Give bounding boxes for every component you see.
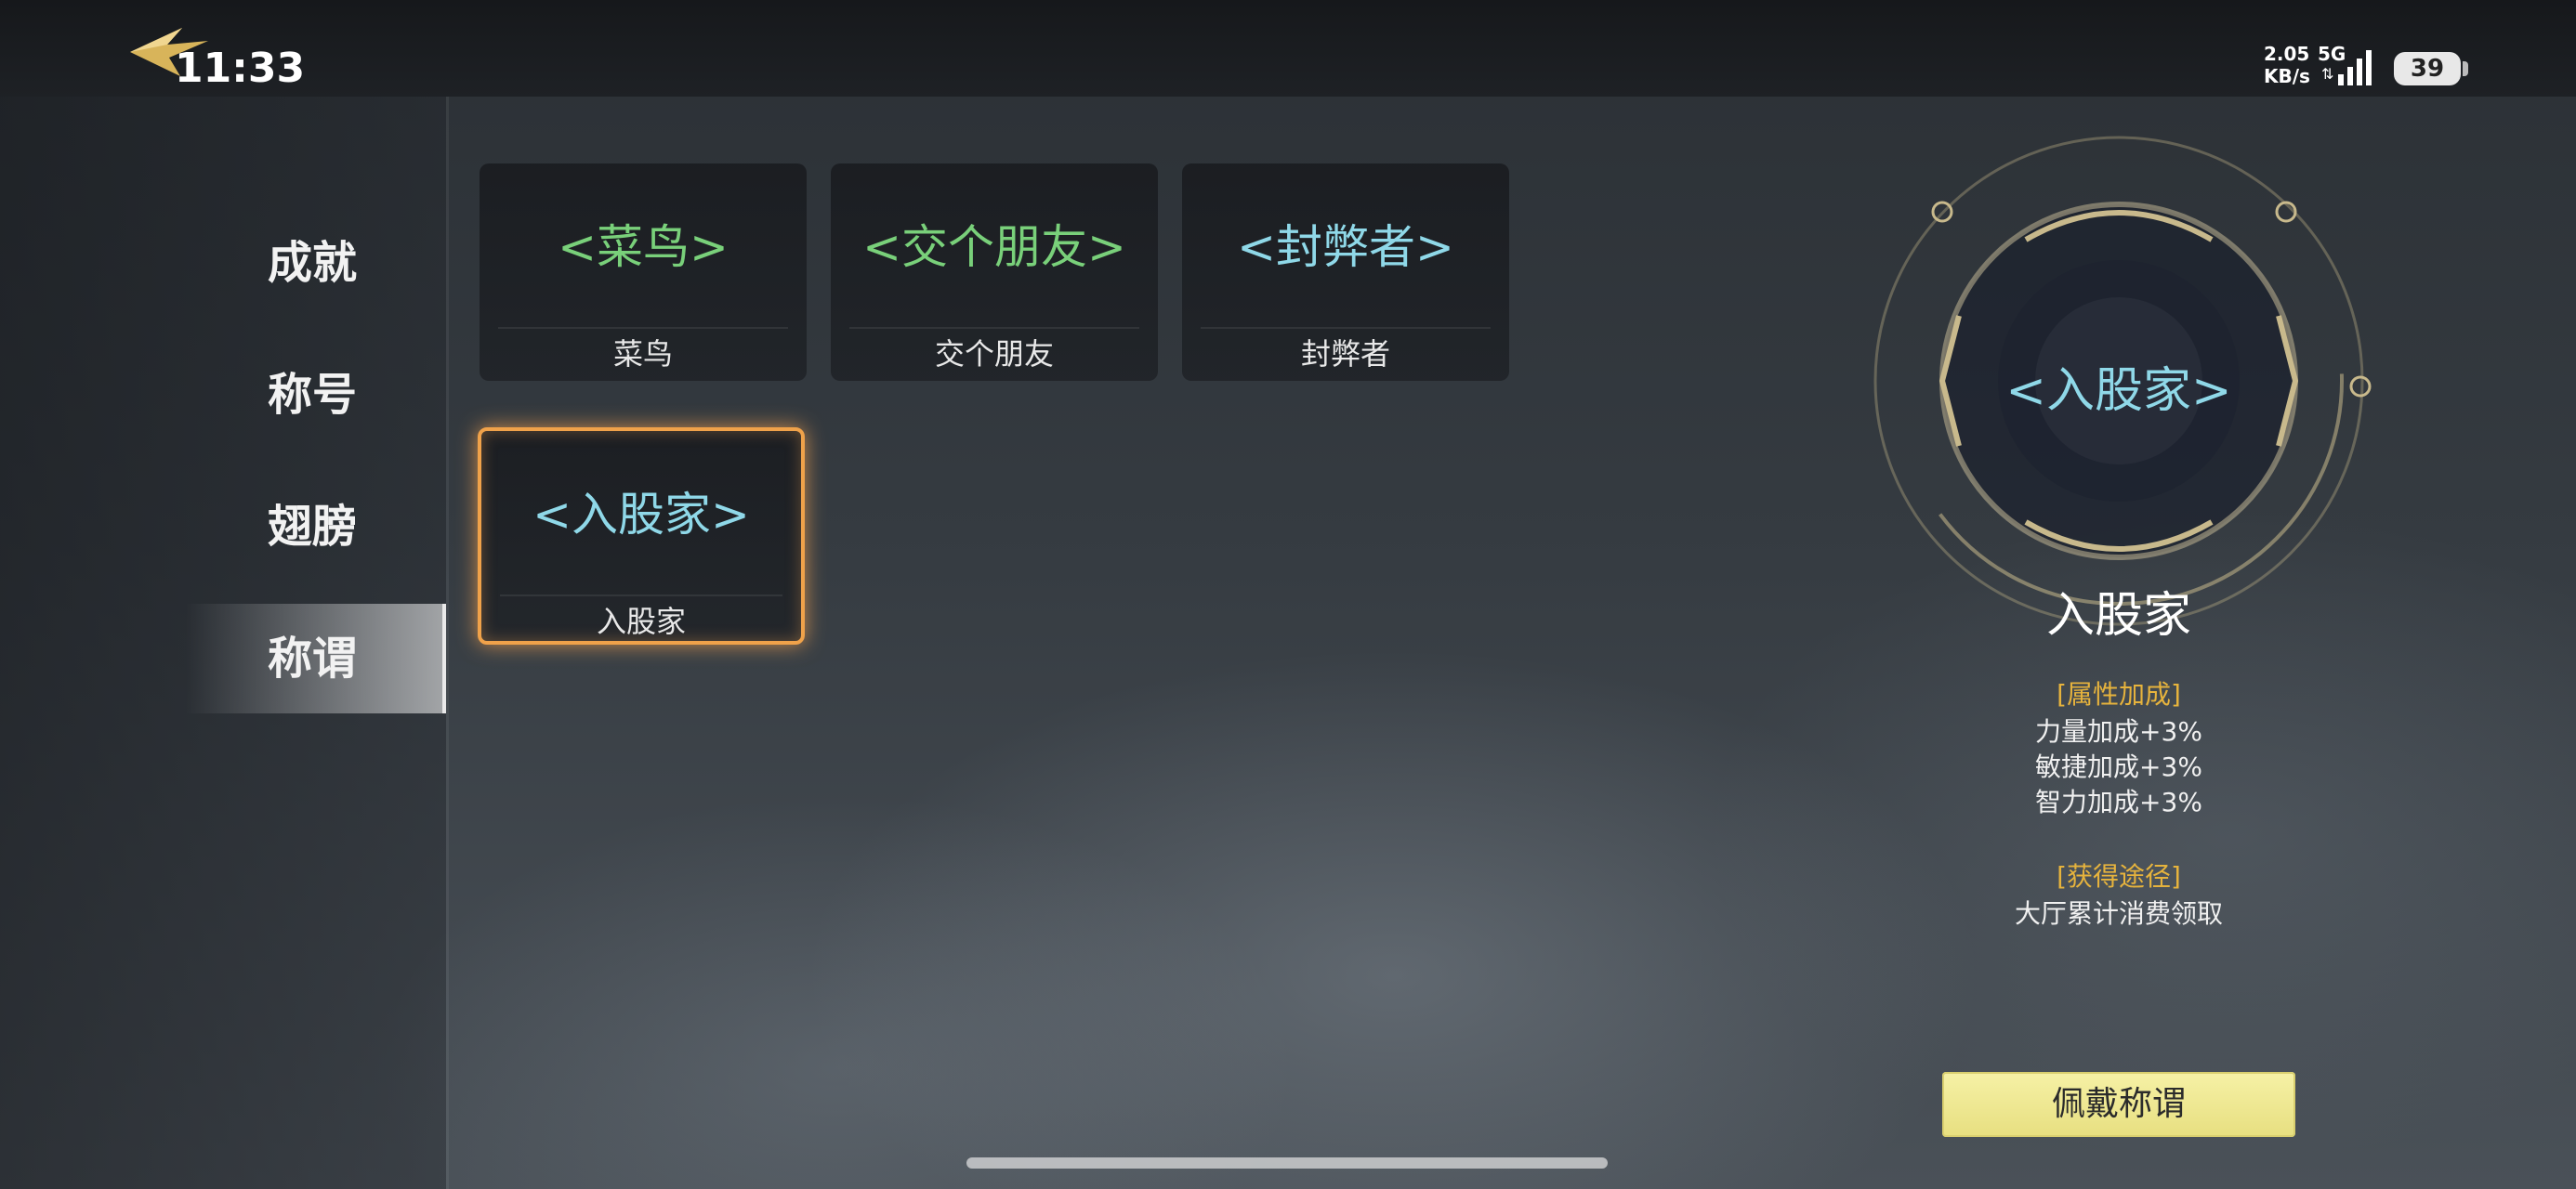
sidebar-item-achievements[interactable]: 成就 xyxy=(186,208,446,318)
card-separator xyxy=(1201,327,1491,329)
card-title: <入股家> xyxy=(532,488,750,542)
card-title: <封弊者> xyxy=(1237,220,1454,274)
sidebar-item-wings[interactable]: 翅膀 xyxy=(186,472,446,581)
wear-title-button[interactable]: 佩戴称谓 xyxy=(1942,1072,2295,1137)
title-card[interactable]: <菜鸟> 菜鸟 xyxy=(480,163,807,381)
title-card-selected[interactable]: <入股家> 入股家 xyxy=(478,427,805,645)
attribute-line: 力量加成+3% xyxy=(2035,716,2202,747)
attribute-line: 智力加成+3% xyxy=(2035,787,2202,817)
attributes-heading: [属性加成] xyxy=(2057,679,2181,710)
home-indicator[interactable] xyxy=(966,1157,1608,1169)
battery-tip xyxy=(2463,61,2468,76)
card-name: 入股家 xyxy=(596,604,686,639)
card-name: 封弊者 xyxy=(1300,336,1390,372)
title-card[interactable]: <交个朋友> 交个朋友 xyxy=(831,163,1158,381)
card-title: <菜鸟> xyxy=(558,220,729,274)
network-speed: 2.05 KB/s xyxy=(2264,43,2310,87)
status-time: 11:33 xyxy=(175,45,306,92)
card-separator xyxy=(500,594,782,596)
signal-strength-icon xyxy=(2338,50,2372,85)
detail-name: 入股家 xyxy=(2045,588,2191,644)
preview-title: <入股家> xyxy=(2005,363,2232,419)
card-title: <交个朋友> xyxy=(862,220,1126,274)
card-separator xyxy=(498,327,788,329)
sidebar-item-appellations[interactable]: 称谓 xyxy=(186,604,446,713)
sidebar-item-titles[interactable]: 称号 xyxy=(186,340,446,450)
title-card[interactable]: <封弊者> 封弊者 xyxy=(1182,163,1509,381)
battery-icon: 39 xyxy=(2394,52,2461,85)
source-heading: [获得途径] xyxy=(2057,861,2181,892)
card-name: 菜鸟 xyxy=(612,336,673,372)
card-separator xyxy=(849,327,1139,329)
card-name: 交个朋友 xyxy=(934,336,1054,372)
attribute-line: 敏捷加成+3% xyxy=(2035,751,2202,782)
data-transfer-icon: ⇅ xyxy=(2321,65,2334,83)
source-text: 大厅累计消费领取 xyxy=(2014,898,2223,929)
network-speed-unit: KB/s xyxy=(2264,65,2310,87)
sidebar-divider xyxy=(446,97,449,1189)
network-speed-value: 2.05 xyxy=(2264,43,2310,65)
status-bar xyxy=(0,0,2576,97)
